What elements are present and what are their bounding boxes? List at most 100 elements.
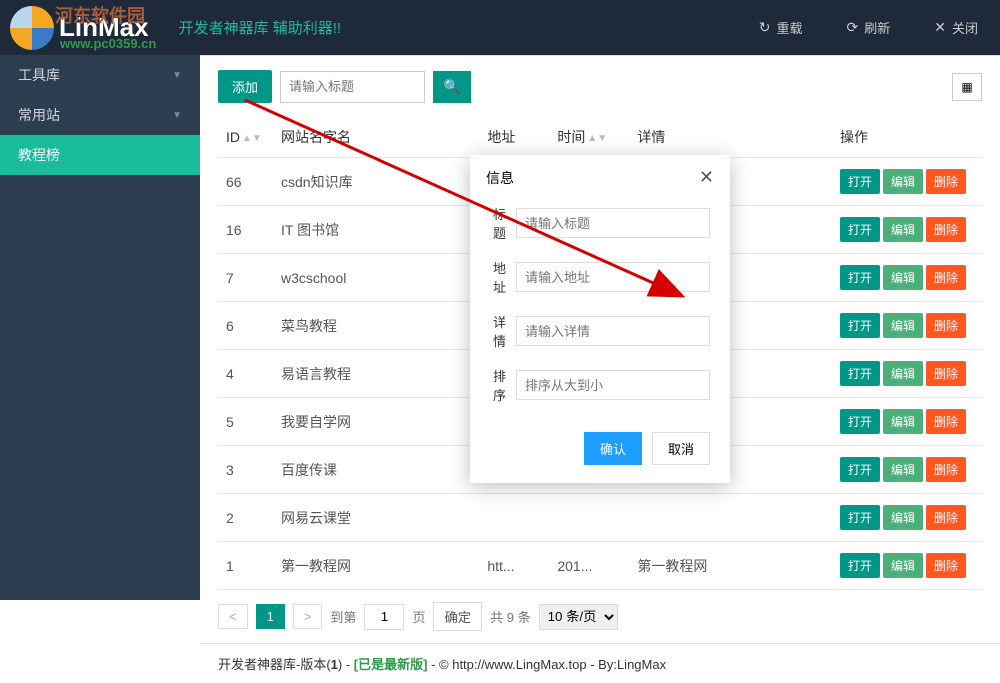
pager-confirm[interactable]: 确定 [433, 602, 482, 631]
chevron-down-icon: ▼ [172, 70, 182, 81]
sort-icon: ▲▼ [242, 136, 262, 141]
cell-name: 我要自学网 [273, 398, 479, 446]
row-delete-button[interactable]: 删除 [926, 265, 966, 290]
cell-id: 16 [218, 206, 273, 254]
cell-ops: 打开编辑删除 [832, 494, 982, 542]
cell-id: 3 [218, 446, 273, 494]
search-input[interactable] [280, 71, 425, 103]
row-open-button[interactable]: 打开 [840, 457, 880, 482]
modal-close-button[interactable]: ✕ [699, 167, 714, 188]
cell-name: 易语言教程 [273, 350, 479, 398]
row-open-button[interactable]: 打开 [840, 553, 880, 578]
row-edit-button[interactable]: 编辑 [883, 265, 923, 290]
cell-id: 66 [218, 158, 273, 206]
search-button[interactable]: 🔍 [433, 71, 471, 103]
close-button[interactable]: ✕关闭 [912, 0, 1000, 55]
row-edit-button[interactable]: 编辑 [883, 553, 923, 578]
input-addr[interactable] [516, 262, 710, 292]
reload-button[interactable]: ↻重载 [737, 0, 825, 55]
pager-page-1[interactable]: 1 [256, 604, 285, 629]
label-order: 排序 [490, 366, 506, 404]
row-edit-button[interactable]: 编辑 [883, 169, 923, 194]
cell-id: 7 [218, 254, 273, 302]
row-delete-button[interactable]: 删除 [926, 505, 966, 530]
col-time[interactable]: 时间▲▼ [549, 117, 629, 158]
modal-cancel-button[interactable]: 取消 [652, 432, 710, 465]
row-open-button[interactable]: 打开 [840, 313, 880, 338]
row-delete-button[interactable]: 删除 [926, 313, 966, 338]
cell-id: 4 [218, 350, 273, 398]
watermark-text: 河东软件园 [55, 2, 145, 28]
input-order[interactable] [516, 370, 710, 400]
col-detail: 详情 [629, 117, 832, 158]
col-id[interactable]: ID▲▼ [218, 117, 273, 158]
sidebar-item-0[interactable]: 工具库▼ [0, 55, 200, 95]
sidebar-item-2[interactable]: 教程榜 [0, 135, 200, 175]
row-edit-button[interactable]: 编辑 [883, 457, 923, 482]
pager-goto-input[interactable] [364, 604, 404, 630]
cell-name: csdn知识库 [273, 158, 479, 206]
row-edit-button[interactable]: 编辑 [883, 505, 923, 530]
cell-time: 201... [549, 542, 629, 590]
sidebar-item-1[interactable]: 常用站▼ [0, 95, 200, 135]
modal-ok-button[interactable]: 确认 [584, 432, 642, 465]
pager-prev[interactable]: < [218, 604, 248, 629]
row-open-button[interactable]: 打开 [840, 409, 880, 434]
sidebar-item-label: 常用站 [18, 105, 60, 125]
cell-id: 5 [218, 398, 273, 446]
input-detail[interactable] [516, 316, 710, 346]
cell-ops: 打开编辑删除 [832, 206, 982, 254]
cell-detail [629, 494, 832, 542]
cell-id: 1 [218, 542, 273, 590]
row-edit-button[interactable]: 编辑 [883, 217, 923, 242]
label-addr: 地址 [490, 258, 506, 296]
row-delete-button[interactable]: 删除 [926, 457, 966, 482]
cell-name: IT 图书馆 [273, 206, 479, 254]
row-open-button[interactable]: 打开 [840, 169, 880, 194]
col-ops: 操作 [832, 117, 982, 158]
pager-next[interactable]: > [293, 604, 323, 629]
row-open-button[interactable]: 打开 [840, 505, 880, 530]
cell-addr: htt... [479, 542, 549, 590]
row-edit-button[interactable]: 编辑 [883, 409, 923, 434]
refresh-button[interactable]: ⟳刷新 [825, 0, 913, 55]
pager-goto-suffix: 页 [412, 607, 425, 626]
columns-button[interactable]: ▦ [952, 73, 982, 101]
cell-ops: 打开编辑删除 [832, 158, 982, 206]
row-edit-button[interactable]: 编辑 [883, 361, 923, 386]
row-delete-button[interactable]: 删除 [926, 553, 966, 578]
row-open-button[interactable]: 打开 [840, 217, 880, 242]
logo-icon [10, 6, 54, 50]
row-delete-button[interactable]: 删除 [926, 217, 966, 242]
cell-name: 菜鸟教程 [273, 302, 479, 350]
cell-name: 百度传课 [273, 446, 479, 494]
pager-total: 共 9 条 [490, 607, 530, 626]
cell-ops: 打开编辑删除 [832, 302, 982, 350]
modal-dialog: 信息 ✕ 标题 地址 详情 排序 确认 取消 [470, 155, 730, 483]
row-delete-button[interactable]: 删除 [926, 361, 966, 386]
row-edit-button[interactable]: 编辑 [883, 313, 923, 338]
cell-id: 6 [218, 302, 273, 350]
refresh-icon: ⟳ [847, 19, 859, 36]
main-panel: 添加 🔍 ▦ ID▲▼ 网站名字名 地址 时间▲▼ 详情 操作 66csdn知识… [200, 55, 1000, 600]
cell-ops: 打开编辑删除 [832, 398, 982, 446]
row-delete-button[interactable]: 删除 [926, 409, 966, 434]
add-button[interactable]: 添加 [218, 70, 272, 103]
modal-title: 信息 [486, 168, 514, 188]
row-delete-button[interactable]: 删除 [926, 169, 966, 194]
cell-detail: 第一教程网 [629, 542, 832, 590]
table-row: 2网易云课堂打开编辑删除 [218, 494, 982, 542]
sidebar: 工具库▼常用站▼教程榜 [0, 55, 200, 600]
label-title: 标题 [490, 204, 506, 242]
pager-per-select[interactable]: 10 条/页 [539, 604, 618, 630]
row-open-button[interactable]: 打开 [840, 265, 880, 290]
table-row: 1第一教程网htt...201...第一教程网打开编辑删除 [218, 542, 982, 590]
cell-time [549, 494, 629, 542]
label-detail: 详情 [490, 312, 506, 350]
pager: < 1 > 到第 页 确定 共 9 条 10 条/页 [218, 590, 982, 643]
input-title[interactable] [516, 208, 710, 238]
col-name: 网站名字名 [273, 117, 479, 158]
cell-ops: 打开编辑删除 [832, 542, 982, 590]
row-open-button[interactable]: 打开 [840, 361, 880, 386]
search-icon: 🔍 [443, 78, 460, 94]
